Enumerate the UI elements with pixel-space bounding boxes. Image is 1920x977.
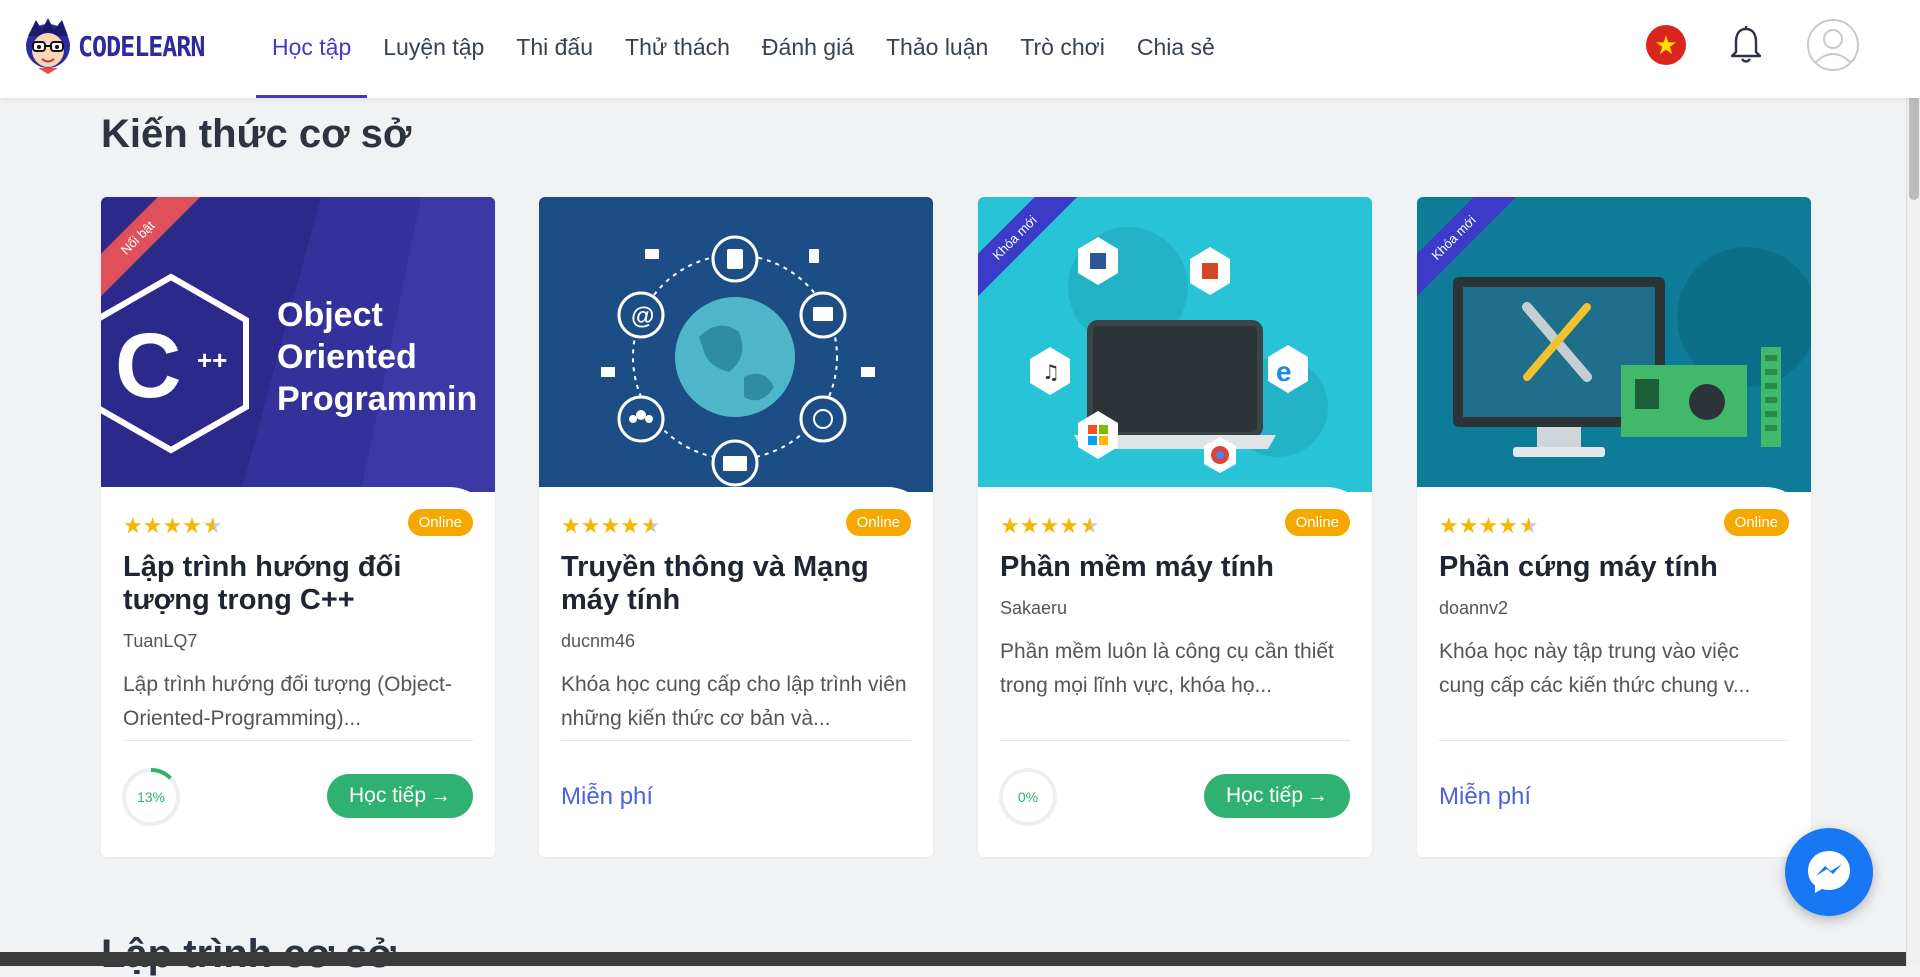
course-title[interactable]: Phần mềm máy tính — [1000, 551, 1340, 584]
card-divider — [1439, 740, 1789, 741]
nav-item-chia-se[interactable]: Chia sẻ — [1121, 0, 1231, 98]
header-actions: ★ — [1646, 18, 1860, 72]
course-cover-software: ♫ e — [978, 197, 1372, 492]
section-title: Kiến thức cơ sở — [101, 112, 411, 157]
horizontal-scrollbar[interactable] — [0, 952, 1906, 966]
course-author[interactable]: Sakaeru — [1000, 598, 1067, 619]
cover-text: Object Oriented Programmin — [277, 294, 495, 420]
messenger-chat-button[interactable] — [1785, 828, 1873, 916]
progress-label: 0% — [1018, 789, 1038, 805]
course-author[interactable]: TuanLQ7 — [123, 631, 197, 652]
bell-icon[interactable] — [1728, 25, 1764, 65]
nav-item-thu-thach[interactable]: Thử thách — [609, 0, 746, 98]
nav-item-danh-gia[interactable]: Đánh giá — [746, 0, 870, 98]
arrow-right-icon: → — [430, 784, 451, 808]
vertical-scrollbar[interactable] — [1906, 0, 1920, 966]
rating-stars: ★★★★★ — [1000, 513, 1100, 539]
brand-name: CODELEARN — [78, 30, 204, 62]
course-card[interactable]: Khóa mới ★★★★★ Online Phần cứng máy tính… — [1417, 197, 1811, 857]
online-badge: Online — [1724, 509, 1789, 536]
course-cover-network: @ — [539, 197, 933, 492]
rating-stars: ★★★★★ — [561, 513, 661, 539]
course-description: Lập trình hướng đối tượng (Object-Orient… — [123, 668, 473, 736]
course-card[interactable]: @ ★★★★★ Online Truyền thông và Mạng máy … — [539, 197, 933, 857]
vietnam-flag-icon[interactable]: ★ — [1646, 25, 1686, 65]
free-price-link[interactable]: Miễn phí — [1439, 783, 1531, 811]
progress-ring: 13% — [121, 767, 181, 827]
card-body: ★★★★★ Online Lập trình hướng đối tượng t… — [101, 487, 495, 857]
course-title[interactable]: Lập trình hướng đối tượng trong C++ — [123, 551, 463, 617]
nav-item-tro-choi[interactable]: Trò chơi — [1004, 0, 1121, 98]
svg-text:e: e — [1276, 356, 1292, 387]
codelearn-logo[interactable]: CODELEARN — [22, 16, 204, 76]
card-body: ★★★★★ Online Truyền thông và Mạng máy tí… — [539, 487, 933, 857]
progress-ring: 0% — [998, 767, 1058, 827]
card-divider — [123, 740, 473, 741]
user-avatar-icon[interactable] — [1806, 18, 1860, 72]
rating-stars: ★★★★★ — [123, 513, 223, 539]
mascot-logo-icon — [22, 16, 74, 76]
online-badge: Online — [1285, 509, 1350, 536]
nav-item-thao-luan[interactable]: Thảo luận — [870, 0, 1004, 98]
top-navbar: CODELEARN Học tập Luyện tập Thi đấu Thử … — [0, 0, 1920, 98]
messenger-icon — [1804, 847, 1854, 897]
nav-item-hoc-tap[interactable]: Học tập — [256, 0, 367, 98]
continue-learning-button[interactable]: Học tiếp→ — [327, 774, 473, 818]
online-badge: Online — [408, 509, 473, 536]
online-badge: Online — [846, 509, 911, 536]
svg-text:C: C — [115, 315, 181, 417]
rating-stars: ★★★★★ — [1439, 513, 1539, 539]
course-description: Khóa học này tập trung vào việc cung cấp… — [1439, 635, 1789, 703]
course-description: Phần mềm luôn là công cụ cần thiết trong… — [1000, 635, 1350, 703]
card-divider — [561, 740, 911, 741]
course-description: Khóa học cung cấp cho lập trình viên nhữ… — [561, 668, 911, 736]
course-card[interactable]: ♫ e Khóa mới ★★★★★ Online Phần mềm máy t… — [978, 197, 1372, 857]
continue-learning-button[interactable]: Học tiếp→ — [1204, 774, 1350, 818]
card-body: ★★★★★ Online Phần cứng máy tính doannv2 … — [1417, 487, 1811, 857]
course-author[interactable]: doannv2 — [1439, 598, 1508, 619]
card-divider — [1000, 740, 1350, 741]
svg-text:++: ++ — [197, 345, 227, 375]
course-author[interactable]: ducnm46 — [561, 631, 635, 652]
main-nav: Học tập Luyện tập Thi đấu Thử thách Đánh… — [256, 0, 1231, 98]
course-title[interactable]: Phần cứng máy tính — [1439, 551, 1779, 584]
card-body: ★★★★★ Online Phần mềm máy tính Sakaeru P… — [978, 487, 1372, 857]
progress-label: 13% — [137, 789, 165, 805]
svg-text:@: @ — [631, 303, 654, 330]
course-card[interactable]: C ++ Object Oriented Programmin Nổi bật … — [101, 197, 495, 857]
nav-item-thi-dau[interactable]: Thi đấu — [500, 0, 609, 98]
free-price-link[interactable]: Miễn phí — [561, 783, 653, 811]
arrow-right-icon: → — [1307, 784, 1328, 808]
svg-text:♫: ♫ — [1042, 360, 1060, 384]
course-title[interactable]: Truyền thông và Mạng máy tính — [561, 551, 901, 617]
continue-label: Học tiếp — [1226, 784, 1303, 808]
continue-label: Học tiếp — [349, 784, 426, 808]
nav-item-luyen-tap[interactable]: Luyện tập — [367, 0, 500, 98]
course-cover-hardware — [1417, 197, 1811, 492]
